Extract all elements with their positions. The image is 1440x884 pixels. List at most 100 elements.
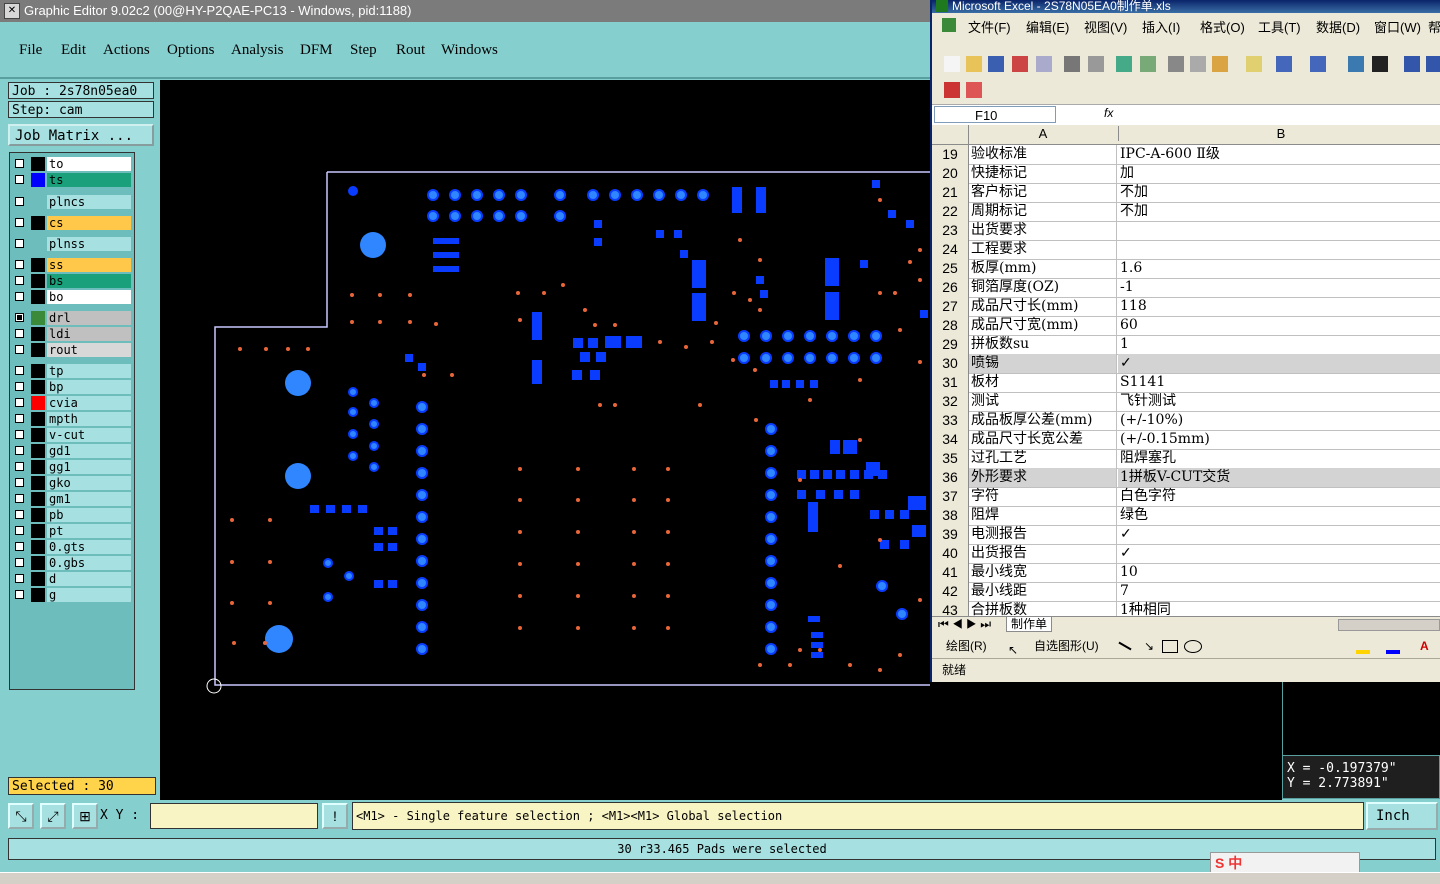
cell-a[interactable]: 合拼板数 xyxy=(969,601,1117,616)
cell-a[interactable]: 过孔工艺 xyxy=(969,449,1117,468)
pdf-icon[interactable] xyxy=(944,82,960,98)
excel-window[interactable]: Microsoft Excel - 2S78N05EA0制作单.xls 文件(F… xyxy=(930,0,1440,682)
cell-a[interactable]: 周期标记 xyxy=(969,202,1117,221)
cell-b[interactable]: 阻焊塞孔 xyxy=(1118,449,1440,468)
cell-a[interactable]: 出货要求 xyxy=(969,221,1117,240)
layer-name[interactable]: bs xyxy=(47,274,131,288)
ime-bar[interactable]: S 中 xyxy=(1210,852,1360,874)
layer-row[interactable]: bo xyxy=(13,290,131,304)
layer-name[interactable]: to xyxy=(47,157,131,171)
layer-name[interactable]: 0.gts xyxy=(47,540,131,554)
layer-checkbox[interactable] xyxy=(15,329,24,338)
sort-ascending-icon[interactable] xyxy=(1404,56,1420,72)
name-box[interactable]: F10 xyxy=(934,106,1056,123)
layer-row[interactable]: v-cut xyxy=(13,428,131,442)
layer-name[interactable]: pb xyxy=(47,508,131,522)
cell-a[interactable]: 最小线距 xyxy=(969,582,1117,601)
horizontal-scrollbar[interactable] xyxy=(1338,619,1440,631)
layer-checkbox[interactable] xyxy=(15,382,24,391)
hyperlink-icon[interactable] xyxy=(1348,56,1364,72)
cell-b[interactable]: 10 xyxy=(1118,563,1440,582)
cell-b[interactable]: 1.6 xyxy=(1118,259,1440,278)
fx-icon[interactable]: fx xyxy=(1104,106,1113,120)
layer-row[interactable]: 0.gts xyxy=(13,540,131,554)
cell-a[interactable]: 成品板厚公差(mm) xyxy=(969,411,1117,430)
zoom-out-icon[interactable]: ⤢ xyxy=(40,803,66,829)
layer-row[interactable]: cvia xyxy=(13,396,131,410)
cell-a[interactable]: 出货报告 xyxy=(969,544,1117,563)
layer-row[interactable]: plnss xyxy=(13,237,131,251)
layer-checkbox[interactable] xyxy=(15,590,24,599)
cell-a[interactable]: 铜箔厚度(OZ) xyxy=(969,278,1117,297)
excel-menu-file[interactable]: 文件(F) xyxy=(968,17,1011,36)
col-header-a[interactable]: A xyxy=(969,126,1117,141)
cell-a[interactable]: 成品尺寸长(mm) xyxy=(969,297,1117,316)
cell-a[interactable]: 最小线宽 xyxy=(969,563,1117,582)
layer-checkbox[interactable] xyxy=(15,276,24,285)
row-header[interactable]: 37 xyxy=(932,487,969,506)
cell-a[interactable]: 工程要求 xyxy=(969,240,1117,259)
layer-checkbox[interactable] xyxy=(15,462,24,471)
layer-checkbox[interactable] xyxy=(15,197,24,206)
cell-a[interactable]: 验收标准 xyxy=(969,145,1117,164)
cell-a[interactable]: 字符 xyxy=(969,487,1117,506)
cell-a[interactable]: 板厚(mm) xyxy=(969,259,1117,278)
layer-checkbox[interactable] xyxy=(15,430,24,439)
menu-dfm[interactable]: DFM xyxy=(300,42,333,59)
cell-b[interactable]: 60 xyxy=(1118,316,1440,335)
layer-name[interactable]: 0.gbs xyxy=(47,556,131,570)
layer-name[interactable]: gm1 xyxy=(47,492,131,506)
fill-color-icon[interactable] xyxy=(1356,650,1370,654)
cell-a[interactable]: 快捷标记 xyxy=(969,164,1117,183)
xy-input[interactable] xyxy=(150,803,318,829)
row-header[interactable]: 42 xyxy=(932,582,969,601)
autosum-icon[interactable] xyxy=(1372,56,1388,72)
menu-options[interactable]: Options xyxy=(167,42,215,59)
cell-a[interactable]: 客户标记 xyxy=(969,183,1117,202)
layer-name[interactable]: v-cut xyxy=(47,428,131,442)
row-header[interactable]: 28 xyxy=(932,316,969,335)
menu-file[interactable]: File xyxy=(19,42,42,59)
layer-row[interactable]: g xyxy=(13,588,131,602)
cell-b[interactable]: 1 xyxy=(1118,335,1440,354)
cell-b[interactable]: 飞针测试 xyxy=(1118,392,1440,411)
arrow-icon[interactable]: ↘ xyxy=(1144,634,1154,658)
layer-checkbox[interactable] xyxy=(15,446,24,455)
row-header[interactable]: 29 xyxy=(932,335,969,354)
cell-b[interactable]: (+/-10%) xyxy=(1118,411,1440,430)
excel-menu-data[interactable]: 数据(D) xyxy=(1316,17,1360,36)
menu-step[interactable]: Step xyxy=(350,42,377,59)
zoom-home-icon[interactable]: ⊞ xyxy=(72,803,98,829)
layer-row[interactable]: bp xyxy=(13,380,131,394)
layer-checkbox[interactable] xyxy=(15,366,24,375)
taskbar[interactable] xyxy=(0,872,1440,884)
cell-b[interactable]: IPC-A-600 Ⅱ级 xyxy=(1118,145,1440,164)
layer-name[interactable]: bp xyxy=(47,380,131,394)
layer-row[interactable]: d xyxy=(13,572,131,586)
menu-windows[interactable]: Windows xyxy=(441,42,498,59)
row-header[interactable]: 39 xyxy=(932,525,969,544)
row-header[interactable]: 41 xyxy=(932,563,969,582)
layer-name[interactable]: drl xyxy=(47,311,131,325)
layer-checkbox[interactable] xyxy=(15,510,24,519)
cell-b[interactable]: 不加 xyxy=(1118,202,1440,221)
layer-checkbox[interactable] xyxy=(15,478,24,487)
pcb-view[interactable] xyxy=(160,80,930,800)
row-header[interactable]: 38 xyxy=(932,506,969,525)
row-header[interactable]: 31 xyxy=(932,373,969,392)
layer-checkbox[interactable] xyxy=(15,574,24,583)
cell-b[interactable]: 118 xyxy=(1118,297,1440,316)
format-painter-icon[interactable] xyxy=(1246,56,1262,72)
layer-checkbox[interactable] xyxy=(15,313,24,322)
cell-b[interactable]: 7 xyxy=(1118,582,1440,601)
layer-checkbox[interactable] xyxy=(15,159,24,168)
layer-row[interactable]: to xyxy=(13,157,131,171)
layer-checkbox[interactable] xyxy=(15,175,24,184)
layer-checkbox[interactable] xyxy=(15,239,24,248)
layer-name[interactable]: mpth xyxy=(47,412,131,426)
cell-b[interactable]: ✓ xyxy=(1118,544,1440,563)
layer-name[interactable]: pt xyxy=(47,524,131,538)
layer-name[interactable]: gg1 xyxy=(47,460,131,474)
new-icon[interactable] xyxy=(944,56,960,72)
cell-b[interactable]: 1拼板V-CUT交货 xyxy=(1118,468,1440,487)
